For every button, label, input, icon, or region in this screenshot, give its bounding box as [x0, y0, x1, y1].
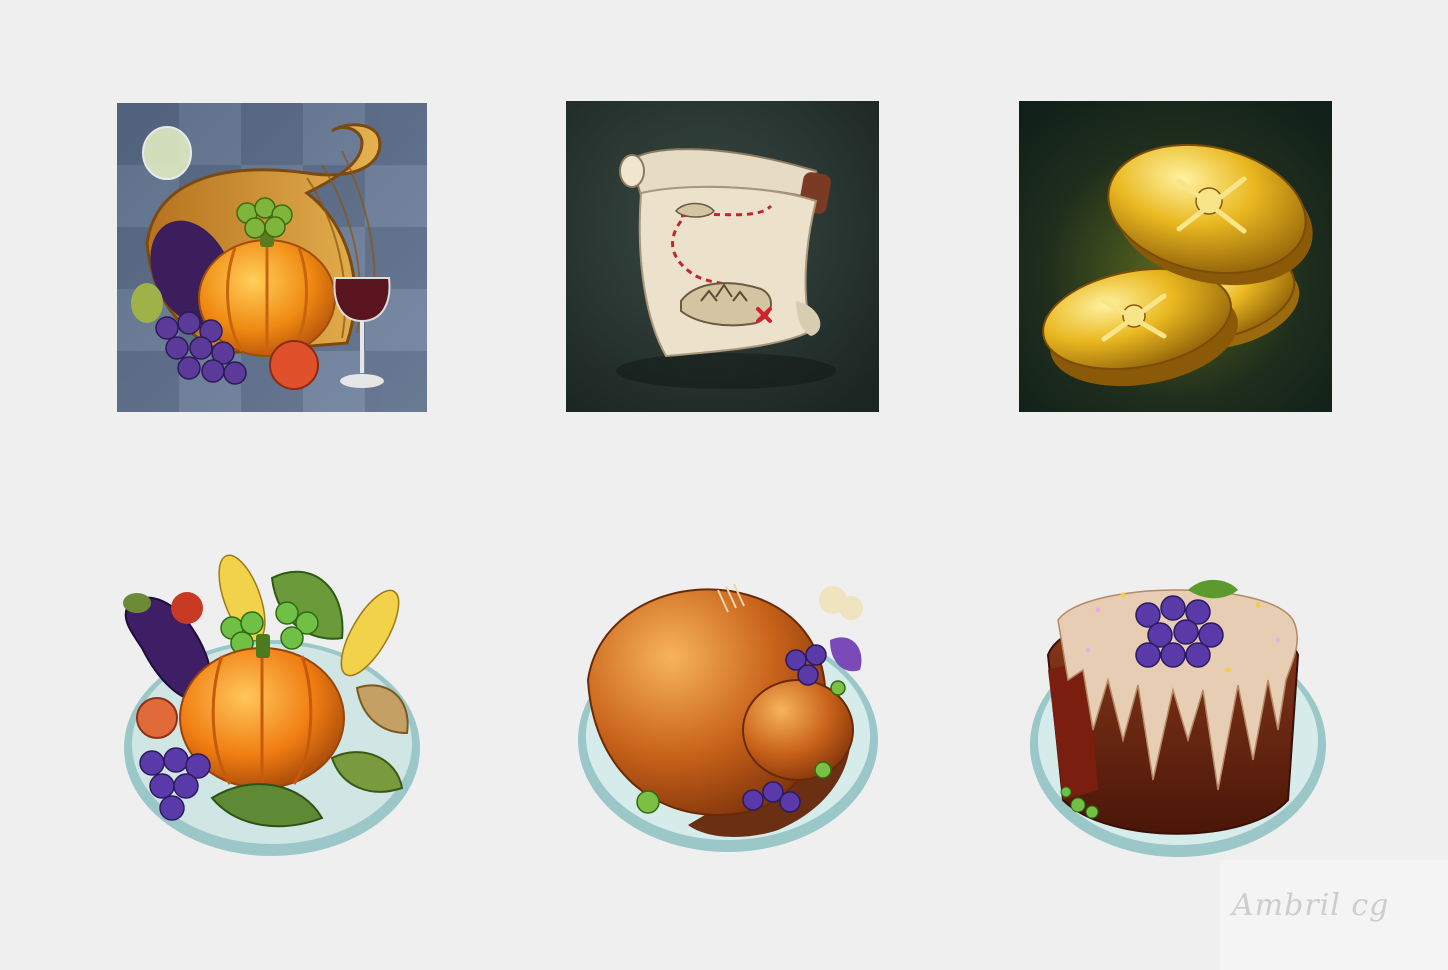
artist-signature: Ambril cg	[1232, 888, 1390, 923]
vegetable-platter-illustration	[123, 554, 420, 856]
cornucopia-illustration	[117, 103, 427, 412]
treasure-map-illustration	[566, 101, 879, 412]
grape-cake-icon	[1028, 560, 1338, 865]
roast-turkey-icon	[568, 570, 888, 862]
vegetable-platter-icon	[112, 548, 430, 860]
pirate-coins-icon	[1019, 101, 1332, 412]
cornucopia-icon	[117, 103, 427, 412]
roast-turkey-illustration	[578, 583, 878, 852]
treasure-map-icon	[566, 101, 879, 412]
grape-cake-illustration	[1030, 579, 1326, 857]
pirate-coins-illustration	[1019, 101, 1332, 412]
